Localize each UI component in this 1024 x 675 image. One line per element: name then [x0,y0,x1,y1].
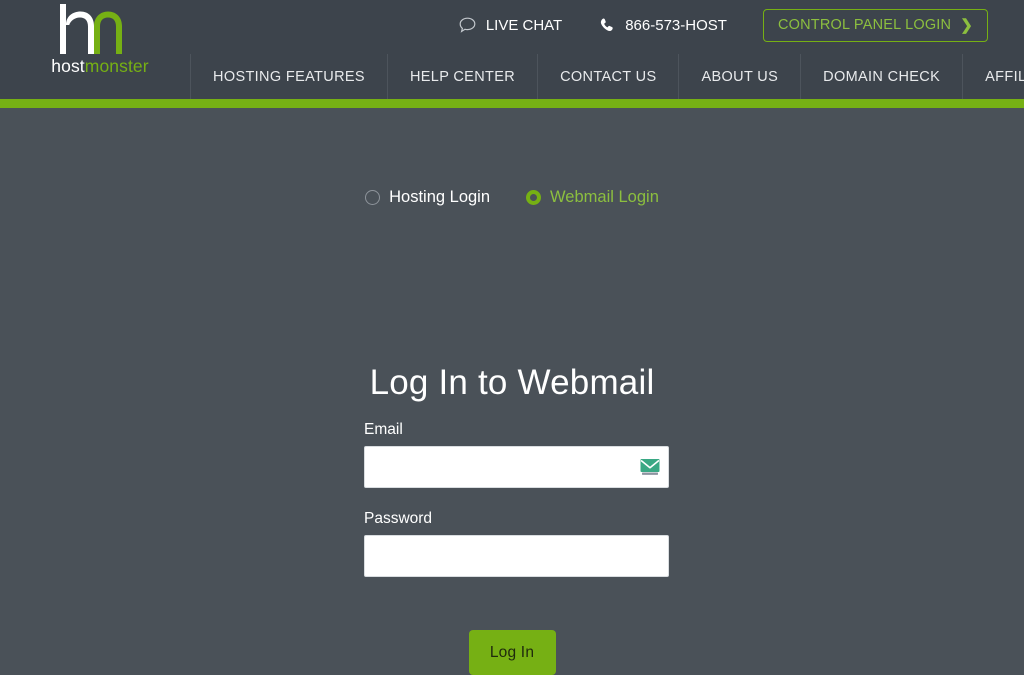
radio-unselected-icon [365,190,381,205]
nav-label: CONTACT US [560,68,657,85]
phone-icon [598,16,616,34]
phone-number-link[interactable]: 866-573-HOST [598,16,727,34]
password-input[interactable] [364,535,669,577]
chevron-right-icon: ❯ [960,16,973,34]
nav-label: HOSTING FEATURES [213,68,365,85]
main-navigation: HOSTING FEATURES HELP CENTER CONTACT US … [190,54,1024,99]
live-chat-link[interactable]: LIVE CHAT [459,16,562,34]
radio-hosting-login[interactable]: Hosting Login [365,188,490,207]
live-chat-label: LIVE CHAT [485,16,563,34]
page-title: Log In to Webmail [369,363,655,403]
email-field-label: Email [364,421,403,438]
site-header: hostmonster LIVE CHAT 866-573-HOST CONTR… [0,0,1024,99]
utility-bar: LIVE CHAT 866-573-HOST CONTROL PANEL LOG… [459,8,988,42]
nav-item-affiliates[interactable]: AFFILIATES [963,54,1024,99]
nav-item-contact-us[interactable]: CONTACT US [538,54,680,99]
radio-hosting-login-label: Hosting Login [389,188,491,206]
email-input[interactable] [364,446,669,488]
control-panel-login-label: CONTROL PANEL LOGIN [777,17,952,33]
hm-monogram-icon [56,3,128,55]
chat-bubble-icon [459,16,477,34]
log-in-button[interactable]: Log In [468,630,556,675]
logo-word-monster: monster [84,56,149,76]
nav-label: ABOUT US [701,68,779,85]
password-field-wrapper [364,535,669,577]
nav-label: HELP CENTER [409,68,516,85]
accent-divider-bar [0,99,1024,108]
radio-webmail-login-label: Webmail Login [550,188,659,206]
radio-selected-icon [526,190,542,205]
nav-label: DOMAIN CHECK [823,68,941,85]
logo-word-host: host [51,56,85,76]
phone-number-label: 866-573-HOST [625,16,727,34]
password-field-label: Password [364,510,433,527]
webmail-login-form: Email Password [364,421,670,599]
nav-label: AFFILIATES [985,68,1024,85]
envelope-autofill-icon[interactable] [640,459,660,476]
nav-item-about-us[interactable]: ABOUT US [679,54,802,99]
submit-row: Log In [0,630,1024,675]
control-panel-login-button[interactable]: CONTROL PANEL LOGIN ❯ [762,8,988,42]
site-logo[interactable]: hostmonster [44,2,156,84]
nav-item-help-center[interactable]: HELP CENTER [388,54,539,99]
logo-wordmark: hostmonster [44,56,156,77]
radio-webmail-login[interactable]: Webmail Login [526,188,659,207]
nav-item-hosting-features[interactable]: HOSTING FEATURES [190,54,388,99]
email-field-wrapper [364,446,669,488]
nav-item-domain-check[interactable]: DOMAIN CHECK [801,54,964,99]
login-type-selector: Hosting Login Webmail Login [0,188,1024,207]
login-page: Hosting Login Webmail Login Log In to We… [0,108,1024,675]
